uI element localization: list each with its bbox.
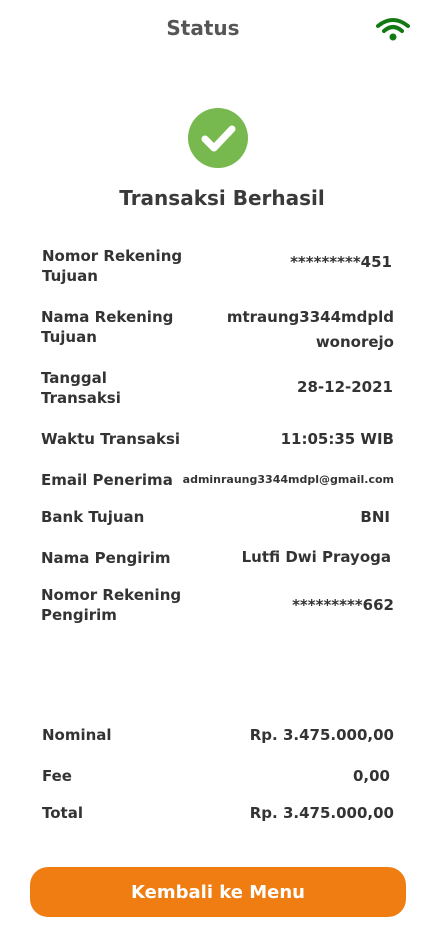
detail-label-line: Nomor Rekening [41,586,182,604]
detail-value-line: wonorejo [315,333,394,351]
detail-value: mtraung3344mdpld wonorejo [227,307,394,352]
summary-label: Total [42,804,83,822]
detail-label: Bank Tujuan [41,508,145,526]
check-circle-icon [188,108,248,168]
summary-value: Rp. 3.475.000,00 [249,726,394,744]
detail-value: *********451 [290,253,392,271]
detail-label-line: Nomor Rekening [42,247,183,265]
detail-label-line: Tujuan [42,267,98,285]
detail-label: Nama Pengirim [41,549,171,567]
detail-label-line: Pengirim [41,606,117,624]
back-to-menu-button[interactable]: Kembali ke Menu [30,867,406,917]
detail-value: 11:05:35 WIB [280,430,394,448]
detail-value: adminraung3344mdpl@gmail.com [182,473,394,486]
summary-label: Fee [42,767,72,785]
detail-value: *********662 [292,596,394,614]
detail-label-line: Tujuan [41,328,97,346]
detail-value: 28-12-2021 [297,378,393,396]
detail-label: Nomor Rekening Tujuan [42,246,182,286]
summary-value: Rp. 3.475.000,00 [249,804,394,822]
detail-label: Email Penerima [41,471,173,489]
detail-value: BNI [360,508,390,526]
detail-label-line: Nama Rekening [41,308,174,326]
wifi-icon [376,18,410,41]
detail-label-line: Transaksi [41,389,121,407]
page-title: Status [166,16,240,40]
detail-value-line: mtraung3344mdpld [226,308,394,326]
summary-value: 0,00 [352,767,390,785]
detail-label: Nomor Rekening Pengirim [41,585,181,625]
summary-label: Nominal [42,726,112,744]
detail-value: Lutfi Dwi Prayoga [241,548,391,566]
detail-label: Tanggal Transaksi [41,368,121,408]
result-title: Transaksi Berhasil [119,186,325,210]
detail-label-line: Tanggal [41,369,107,387]
detail-label: Nama Rekening Tujuan [41,307,173,347]
detail-label: Waktu Transaksi [41,430,181,448]
